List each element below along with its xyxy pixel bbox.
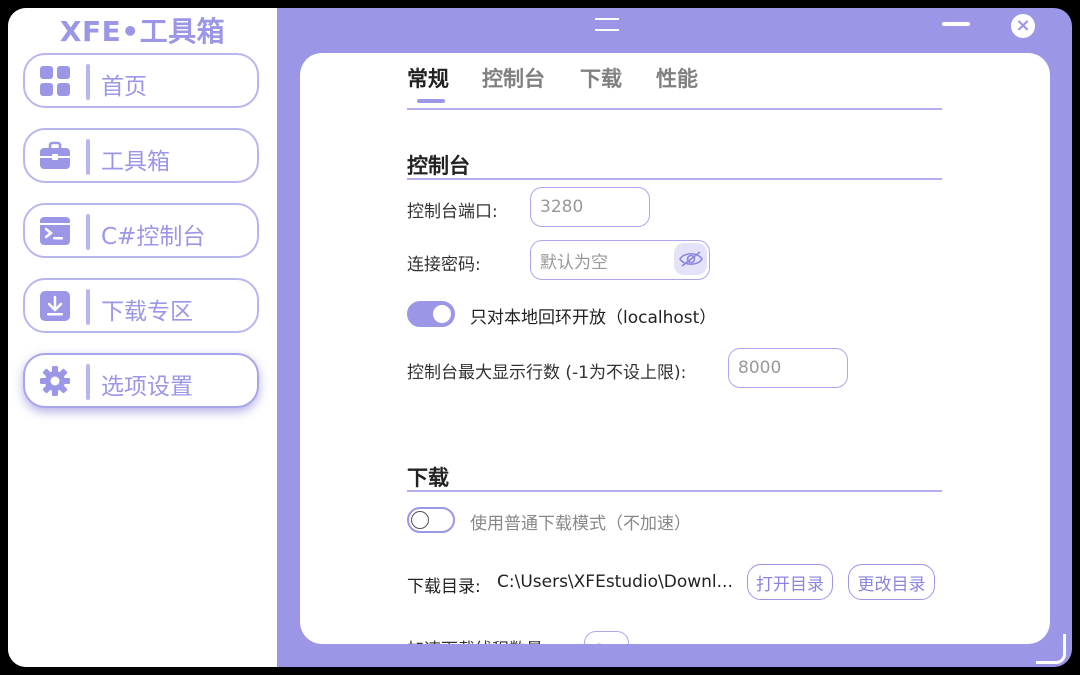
tabs-divider	[407, 108, 942, 110]
sidebar-item-label: 选项设置	[101, 374, 193, 400]
close-icon[interactable]: ×	[1011, 14, 1035, 38]
normal-mode-toggle[interactable]	[407, 507, 455, 533]
tab-indicator	[417, 99, 445, 103]
terminal-icon	[39, 215, 71, 247]
change-dir-button[interactable]: 更改目录	[848, 564, 935, 600]
eye-off-icon[interactable]	[674, 243, 707, 275]
nav-separator	[86, 64, 90, 100]
console-section-title: 控制台	[407, 154, 470, 178]
tab-console[interactable]: 控制台	[482, 63, 545, 93]
threads-input[interactable]: 9	[584, 631, 629, 644]
nav-separator	[86, 289, 90, 325]
sidebar-item-settings[interactable]: 选项设置	[23, 353, 259, 408]
loopback-toggle-label: 只对本地回环开放（localhost）	[470, 308, 717, 328]
tab-download[interactable]: 下载	[580, 63, 622, 93]
sidebar-item-label: 工具箱	[101, 149, 170, 175]
minimize-icon[interactable]	[942, 22, 970, 26]
section-divider	[407, 178, 942, 180]
sidebar-item-label: C#控制台	[101, 224, 206, 250]
sidebar-item-toolbox[interactable]: 工具箱	[23, 128, 259, 183]
section-divider	[407, 490, 942, 492]
grid-icon	[39, 65, 71, 97]
tab-performance[interactable]: 性能	[656, 63, 698, 93]
toggle-knob	[411, 511, 429, 529]
download-section-title: 下载	[407, 466, 449, 490]
normal-mode-toggle-label: 使用普通下载模式（不加速）	[470, 514, 691, 534]
app-title: XFE•工具箱	[59, 15, 226, 48]
threads-label: 加速下载线程数量:	[407, 635, 549, 644]
sidebar-item-home[interactable]: 首页	[23, 53, 259, 108]
console-port-input[interactable]: 3280	[530, 187, 650, 227]
download-icon	[39, 290, 71, 322]
nav-separator	[86, 214, 90, 250]
toolbox-icon	[39, 140, 71, 172]
download-dir-path: C:\Users\XFEstudio\Downl...	[497, 572, 733, 592]
loopback-toggle[interactable]	[407, 301, 455, 327]
sidebar-item-label: 首页	[101, 74, 147, 100]
sidebar-item-label: 下载专区	[101, 299, 193, 325]
max-lines-value: 8000	[738, 358, 782, 378]
sidebar-item-csharp-console[interactable]: C#控制台	[23, 203, 259, 258]
nav-separator	[86, 364, 90, 400]
sidebar: XFE•工具箱 首页 工具箱 C#控制台 下载专区 选项设置	[8, 8, 277, 667]
password-input[interactable]: 默认为空	[530, 240, 710, 280]
open-dir-button[interactable]: 打开目录	[747, 564, 833, 600]
max-lines-input[interactable]: 8000	[728, 348, 848, 388]
console-port-label: 控制台端口:	[407, 202, 498, 222]
hamburger-icon[interactable]	[595, 18, 619, 32]
tab-general[interactable]: 常规	[407, 63, 449, 93]
nav-separator	[86, 139, 90, 175]
password-label: 连接密码:	[407, 255, 481, 275]
toggle-knob	[433, 305, 451, 323]
app-window: XFE•工具箱 首页 工具箱 C#控制台 下载专区 选项设置 × 常规 控制台 …	[8, 8, 1072, 667]
resize-grip[interactable]	[1036, 634, 1066, 664]
gear-icon	[39, 365, 71, 397]
threads-value: 9	[594, 641, 605, 644]
max-lines-label: 控制台最大显示行数 (-1为不设上限):	[407, 363, 687, 383]
download-dir-label: 下载目录:	[407, 577, 481, 597]
password-placeholder: 默认为空	[540, 252, 608, 273]
sidebar-item-downloads[interactable]: 下载专区	[23, 278, 259, 333]
console-port-value: 3280	[540, 197, 584, 217]
settings-panel: 常规 控制台 下载 性能 控制台 控制台端口: 3280 连接密码: 默认为空	[300, 53, 1050, 644]
